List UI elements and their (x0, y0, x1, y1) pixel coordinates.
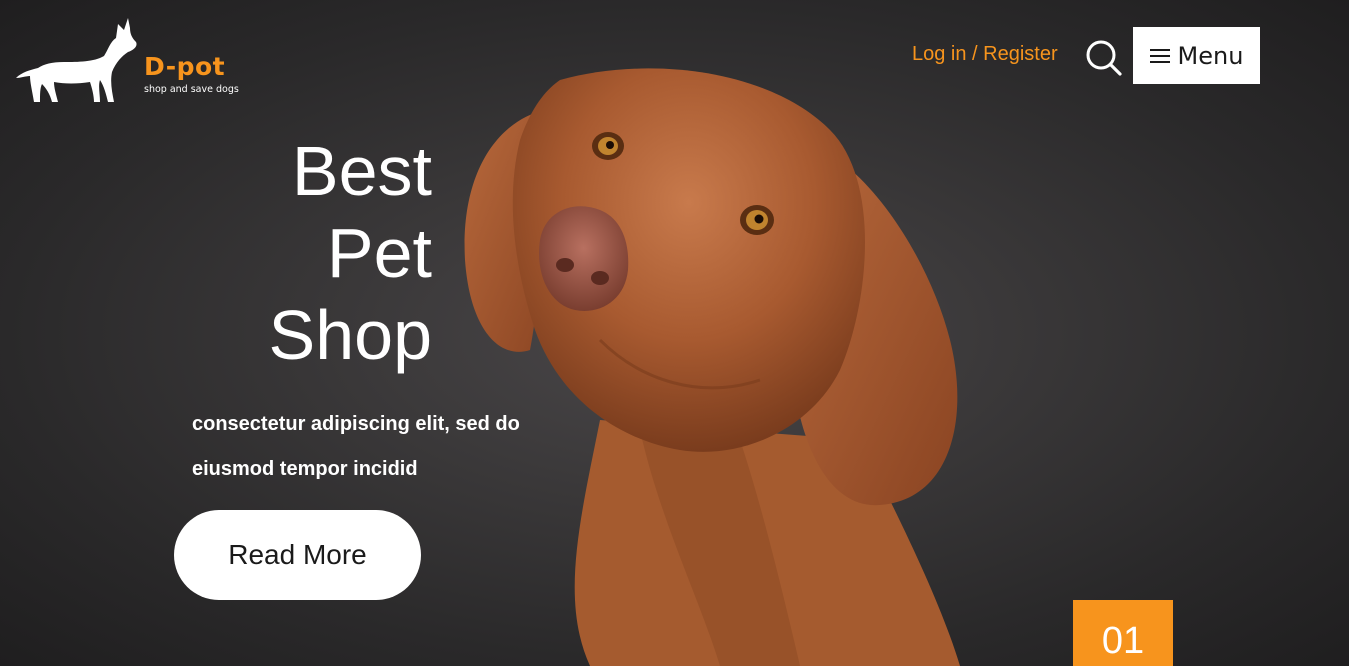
search-icon (1086, 40, 1122, 76)
read-more-button[interactable]: Read More (174, 510, 421, 600)
menu-label: Menu (1177, 41, 1244, 70)
subtitle-line: eiusmod tempor incidid (192, 458, 418, 480)
hamburger-icon (1149, 48, 1170, 63)
slide-number-badge: 01 (1073, 600, 1173, 666)
hero-headline: Best Pet Shop (200, 130, 432, 376)
search-button[interactable] (1083, 37, 1123, 77)
headline-line: Shop (268, 296, 432, 374)
headline-line: Best (291, 132, 432, 210)
logo-brand-name: D-pot (144, 52, 226, 81)
site-logo[interactable]: D-pot shop and save dogs (12, 16, 242, 106)
logo-tagline: shop and save dogs (144, 84, 239, 95)
menu-button[interactable]: Menu (1133, 27, 1260, 84)
dog-silhouette-icon (16, 18, 137, 102)
hero-banner: D-pot shop and save dogs Log in / Regist… (0, 0, 1349, 666)
subtitle-line: consectetur adipiscing elit, sed do (192, 413, 520, 435)
hero-subtitle: consectetur adipiscing elit, sed do eius… (192, 402, 572, 492)
login-register-link[interactable]: Log in / Register (912, 43, 1058, 66)
headline-line: Pet (326, 214, 432, 292)
